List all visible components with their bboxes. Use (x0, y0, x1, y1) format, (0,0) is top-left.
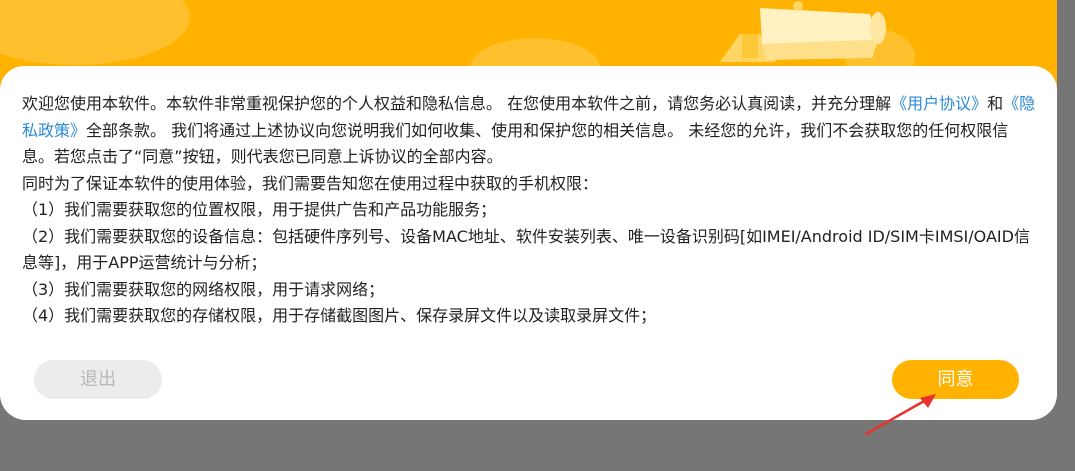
permission-item-device: （2）我们需要获取您的设备信息：包括硬件序列号、设备MAC地址、软件安装列表、唯… (22, 226, 1030, 273)
intro-text-part2: 全部条款。 我们将通过上述协议向您说明我们如何收集、使用和保护您的相关信息。 未… (22, 120, 1009, 167)
dialog-content: 欢迎您使用本软件。本软件非常重视保护您的个人权益和隐私信息。 在您使用本软件之前… (0, 66, 1057, 420)
conjunction-text: 和 (987, 94, 1004, 113)
permission-item-network: （3）我们需要获取您的网络权限，用于请求网络； (22, 279, 385, 299)
agreement-text: 欢迎您使用本软件。本软件非常重视保护您的个人权益和隐私信息。 在您使用本软件之前… (22, 91, 1037, 330)
exit-button[interactable]: 退出 (34, 360, 162, 399)
banner-bubble (0, 0, 190, 65)
permission-item-storage: （4）我们需要获取您的存储权限，用于存储截图图片、保存录屏文件以及读取录屏文件； (22, 306, 657, 325)
megaphone-icon (720, 1, 886, 62)
intro-text-part1: 欢迎您使用本软件。本软件非常重视保护您的个人权益和隐私信息。 在您使用本软件之前… (22, 94, 892, 113)
permission-item-location: （1）我们需要获取您的位置权限，用于提供广告和产品功能服务； (22, 200, 497, 219)
intro-paragraph: 欢迎您使用本软件。本软件非常重视保护您的个人权益和隐私信息。 在您使用本软件之前… (22, 91, 1037, 171)
privacy-dialog: 欢迎您使用本软件。本软件非常重视保护您的个人权益和隐私信息。 在您使用本软件之前… (0, 0, 1057, 420)
permissions-intro: 同时为了保证本软件的使用体验，我们需要告知您在使用过程中获取的手机权限： (22, 173, 599, 193)
user-agreement-link[interactable]: 《用户协议》 (891, 94, 987, 113)
red-arrow-icon (864, 394, 936, 436)
